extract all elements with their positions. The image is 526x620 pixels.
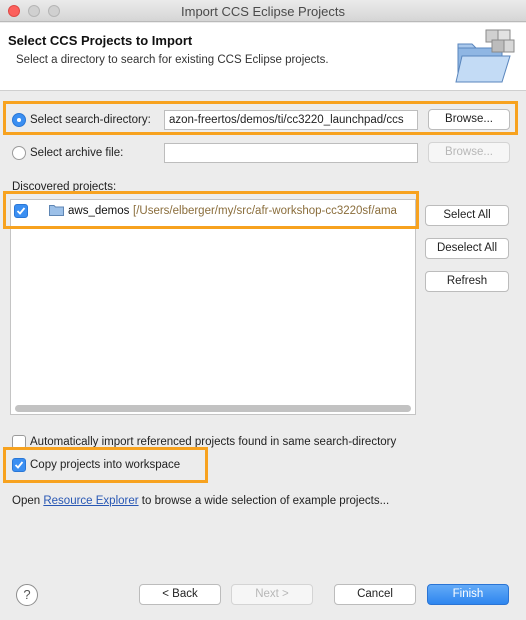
select-all-button[interactable]: Select All (425, 205, 509, 226)
back-button[interactable]: < Back (139, 584, 221, 605)
project-checkbox[interactable] (14, 204, 28, 218)
help-button[interactable]: ? (16, 584, 38, 606)
window-title: Import CCS Eclipse Projects (181, 4, 345, 19)
import-dialog: Import CCS Eclipse Projects Select CCS P… (0, 0, 526, 620)
title-bar: Import CCS Eclipse Projects (0, 0, 526, 22)
resource-explorer-link[interactable]: Resource Explorer (43, 495, 138, 507)
discovered-projects-list[interactable] (10, 199, 416, 415)
archive-file-input[interactable] (164, 143, 418, 163)
archive-file-radio[interactable] (12, 146, 26, 160)
search-directory-input[interactable]: azon-freertos/demos/ti/cc3220_launchpad/… (164, 110, 418, 130)
project-name: aws_demos (68, 205, 130, 217)
search-directory-label: Select search-directory: (30, 114, 151, 126)
resource-suffix: to browse a wide selection of example pr… (141, 495, 390, 507)
browse-directory-button[interactable]: Browse... (428, 109, 510, 130)
project-folder-icon (49, 205, 64, 216)
page-description: Select a directory to search for existin… (16, 54, 329, 66)
browse-archive-button[interactable]: Browse... (428, 142, 510, 163)
search-directory-radio[interactable] (12, 113, 26, 127)
project-path: [/Users/elberger/my/src/afr-workshop-cc3… (133, 205, 397, 217)
checkmark-icon (14, 461, 24, 469)
next-button[interactable]: Next > (231, 584, 313, 605)
wizard-header: Select CCS Projects to Import Select a d… (0, 23, 526, 91)
page-title: Select CCS Projects to Import (8, 33, 193, 48)
refresh-button[interactable]: Refresh (425, 271, 509, 292)
horizontal-scrollbar[interactable] (15, 405, 411, 412)
discovered-projects-label: Discovered projects: (12, 181, 117, 193)
auto-import-checkbox[interactable] (12, 435, 26, 449)
copy-projects-checkbox[interactable] (12, 458, 26, 472)
cancel-button[interactable]: Cancel (334, 584, 416, 605)
checkmark-icon (16, 207, 26, 215)
resource-prefix: Open (12, 495, 41, 507)
auto-import-label: Automatically import referenced projects… (30, 436, 397, 448)
resource-explorer-line: Open Resource Explorer to browse a wide … (12, 495, 389, 507)
import-folder-icon (455, 29, 515, 83)
archive-file-label: Select archive file: (30, 147, 124, 159)
finish-button[interactable]: Finish (427, 584, 509, 605)
deselect-all-button[interactable]: Deselect All (425, 238, 509, 259)
copy-projects-label: Copy projects into workspace (30, 459, 181, 471)
wizard-footer: ? < Back Next > Cancel Finish (0, 562, 526, 620)
